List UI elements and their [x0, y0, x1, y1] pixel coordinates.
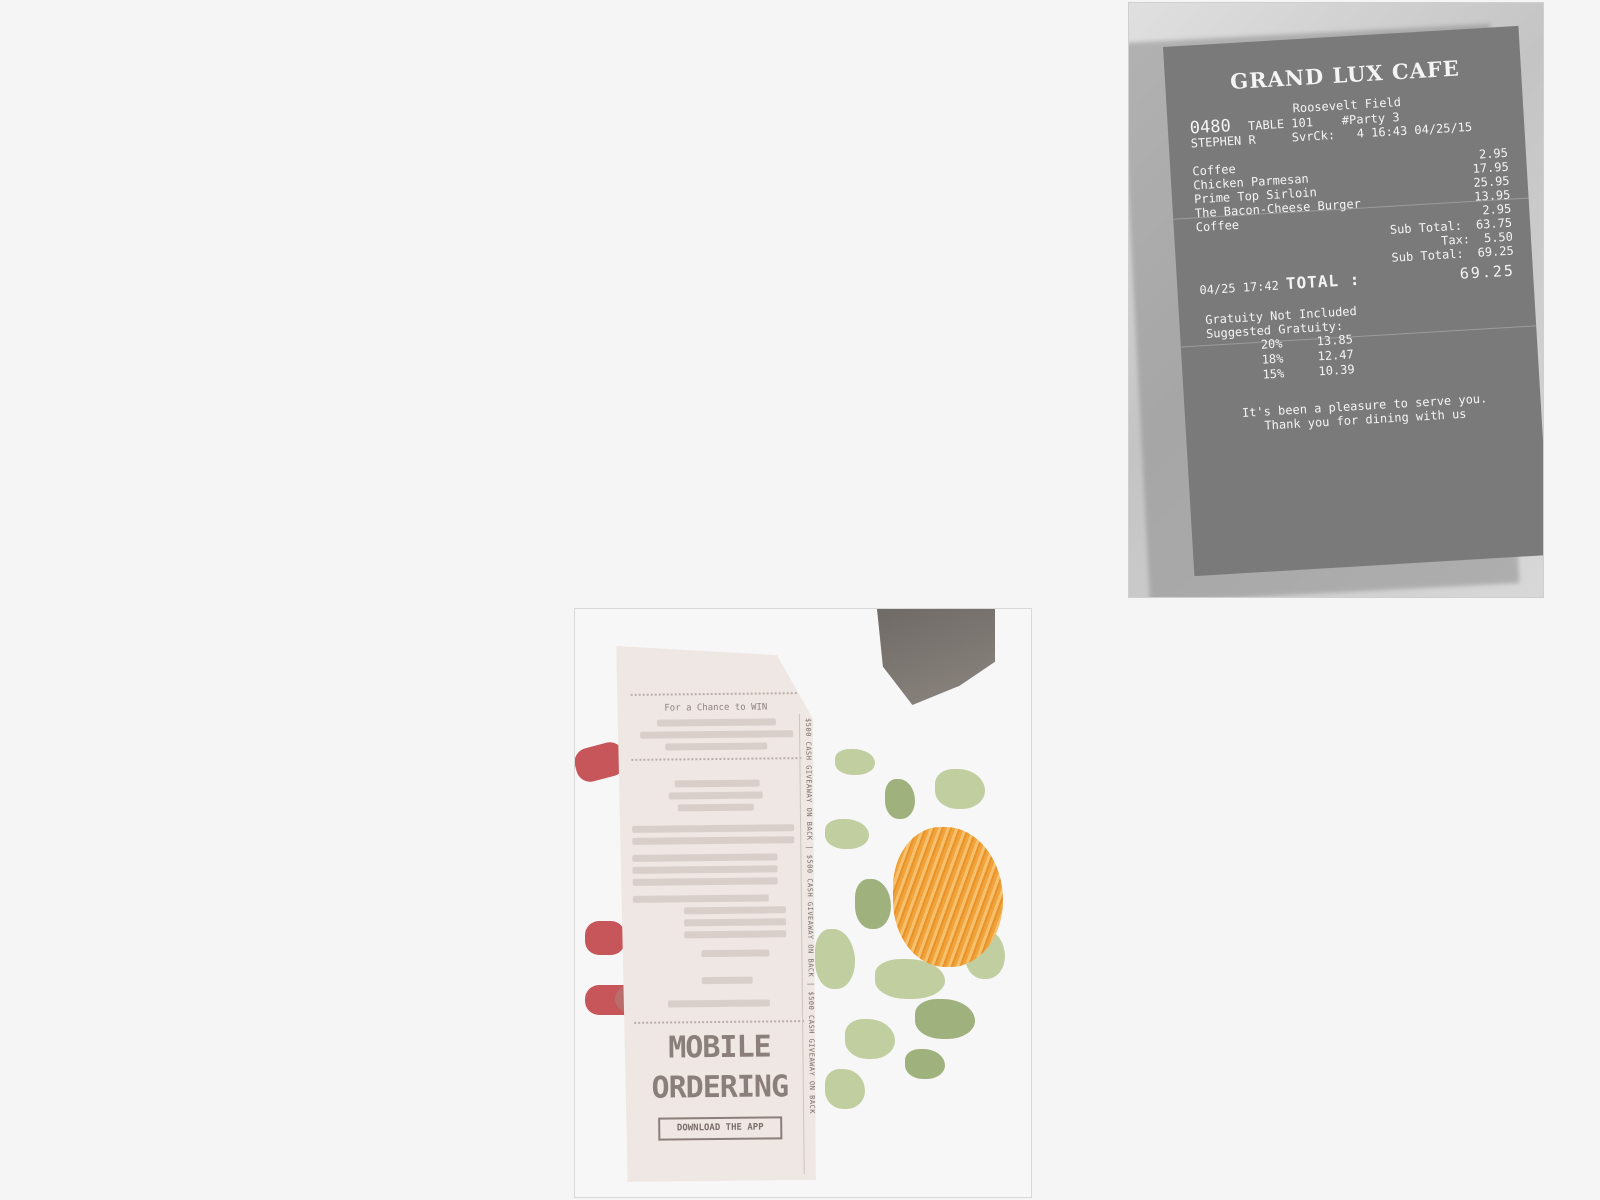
total-value: 69.25 [1459, 261, 1516, 283]
subtotal2-value: 69.25 [1477, 243, 1515, 260]
gratuity-amount: 10.39 [1318, 362, 1355, 379]
promo-ordering: ORDERING [651, 1069, 789, 1106]
promo-mobile: MOBILE [668, 1029, 771, 1066]
server-check-label: SvrCk: [1291, 127, 1336, 145]
subtotal2-label: Sub Total: [1391, 246, 1465, 265]
gratuity-section: Gratuity Not Included Suggested Gratuity… [1205, 294, 1521, 385]
item-name: Coffee [1195, 217, 1240, 235]
gratuity-percent: 15% [1262, 366, 1285, 382]
table-corner [877, 609, 995, 705]
download-app-banner: DOWNLOAD THE APP [658, 1116, 782, 1140]
divider [631, 692, 801, 696]
thank-you-message: It's been a pleasure to serve you. Thank… [1206, 389, 1523, 436]
shredded-cheese [893, 827, 1003, 967]
fast-food-receipt-photo: For a Chance to WIN MOBILE ORDERING DOWN… [574, 608, 1032, 1198]
close-time: 04/25 17:42 [1199, 278, 1280, 298]
grand-lux-receipt: GRAND LUX CAFE Roosevelt Field 0480 TABL… [1163, 25, 1543, 577]
promo-header: For a Chance to WIN [664, 702, 768, 714]
grand-lux-receipt-photo: GRAND LUX CAFE Roosevelt Field 0480 TABL… [1128, 2, 1544, 598]
fast-food-receipt: For a Chance to WIN MOBILE ORDERING DOWN… [616, 644, 818, 1182]
server-name: STEPHEN R [1190, 132, 1257, 151]
total-label: TOTAL : [1285, 269, 1361, 294]
divider [631, 757, 801, 761]
divider [634, 1020, 804, 1024]
tax-label: Tax: [1440, 232, 1471, 248]
restaurant-name: GRAND LUX CAFE [1229, 55, 1461, 95]
finger [585, 921, 625, 955]
